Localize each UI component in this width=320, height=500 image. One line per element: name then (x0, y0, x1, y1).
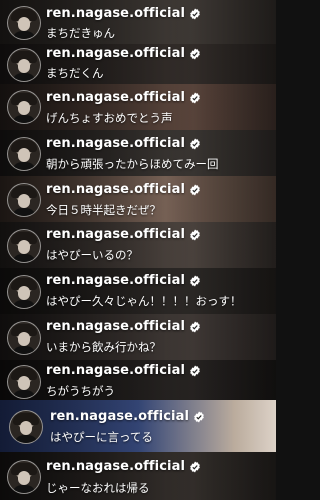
profile-avatar[interactable] (7, 275, 41, 309)
profile-avatar[interactable] (7, 183, 41, 217)
comment-text: はやぴーに言ってる (50, 430, 153, 444)
comment-text: 今日５時半起きだぜ？ (46, 203, 161, 217)
comment-text: ちがうちがう (46, 384, 115, 398)
username-row: ren.nagase.official (46, 6, 201, 21)
username[interactable]: ren.nagase.official (46, 46, 185, 61)
comment-card: ren.nagase.official はやぴーに言ってる (0, 400, 276, 453)
username-row: ren.nagase.official (46, 459, 201, 474)
verified-badge-icon (190, 92, 200, 103)
comment-card: ren.nagase.official げんちょすおめでとう声 (0, 84, 276, 131)
username-row: ren.nagase.official (46, 319, 201, 334)
username[interactable]: ren.nagase.official (46, 319, 185, 334)
username[interactable]: ren.nagase.official (46, 227, 185, 242)
comment-text: 朝から頑張ったからほめてみー回 (46, 157, 219, 171)
comment-card: ren.nagase.official じゃーなおれは帰る (0, 452, 276, 500)
profile-avatar[interactable] (7, 365, 41, 399)
username[interactable]: ren.nagase.official (46, 136, 185, 151)
comment-text: まちだくん (46, 66, 104, 80)
username-row: ren.nagase.official (46, 363, 201, 378)
username[interactable]: ren.nagase.official (46, 182, 185, 197)
username-row: ren.nagase.official (46, 90, 201, 105)
username-row: ren.nagase.official (46, 182, 201, 197)
comment-card: ren.nagase.official まちだきゅん (0, 0, 276, 45)
verified-badge-icon (190, 321, 200, 332)
username-row: ren.nagase.official (46, 46, 201, 61)
comment-card: ren.nagase.official まちだくん (0, 44, 276, 85)
verified-badge-icon (190, 184, 200, 195)
verified-badge-icon (190, 8, 200, 19)
username[interactable]: ren.nagase.official (46, 90, 185, 105)
verified-badge-icon (190, 461, 200, 472)
comment-screenshot-stack: ren.nagase.official まちだきゅん ren.nagase.of… (0, 0, 276, 500)
profile-avatar[interactable] (7, 6, 41, 40)
comment-card: ren.nagase.official 朝から頑張ったからほめてみー回 (0, 130, 276, 177)
username[interactable]: ren.nagase.official (46, 363, 185, 378)
comment-card: ren.nagase.official ちがうちがう (0, 360, 276, 401)
comment-text: げんちょすおめでとう声 (46, 111, 173, 125)
comment-text: はやぴーいるの？ (46, 248, 138, 262)
comment-card: ren.nagase.official はやぴー久々じゃん！！！！おっす！ (0, 268, 276, 315)
username-row: ren.nagase.official (46, 136, 201, 151)
verified-badge-icon (190, 229, 200, 240)
verified-badge-icon (194, 411, 204, 422)
username-row: ren.nagase.official (50, 409, 205, 424)
profile-avatar[interactable] (9, 410, 43, 444)
username-row: ren.nagase.official (46, 227, 201, 242)
verified-badge-icon (190, 48, 200, 59)
comment-card: ren.nagase.official いまから飲み行かね？ (0, 314, 276, 361)
comment-text: はやぴー久々じゃん！！！！おっす！ (46, 294, 242, 308)
profile-avatar[interactable] (7, 229, 41, 263)
username[interactable]: ren.nagase.official (46, 459, 185, 474)
username-row: ren.nagase.official (46, 273, 201, 288)
verified-badge-icon (190, 275, 200, 286)
comment-text: まちだきゅん (46, 26, 115, 40)
comment-text: いまから飲み行かね？ (46, 340, 161, 354)
username[interactable]: ren.nagase.official (46, 273, 185, 288)
comment-card: ren.nagase.official はやぴーいるの？ (0, 222, 276, 269)
profile-avatar[interactable] (7, 48, 41, 82)
username[interactable]: ren.nagase.official (50, 409, 189, 424)
profile-avatar[interactable] (7, 321, 41, 355)
verified-badge-icon (190, 365, 200, 376)
comment-card: ren.nagase.official 今日５時半起きだぜ？ (0, 176, 276, 223)
profile-avatar[interactable] (7, 460, 41, 494)
verified-badge-icon (190, 138, 200, 149)
profile-avatar[interactable] (7, 137, 41, 171)
username[interactable]: ren.nagase.official (46, 6, 185, 21)
profile-avatar[interactable] (7, 90, 41, 124)
comment-text: じゃーなおれは帰る (46, 481, 150, 495)
